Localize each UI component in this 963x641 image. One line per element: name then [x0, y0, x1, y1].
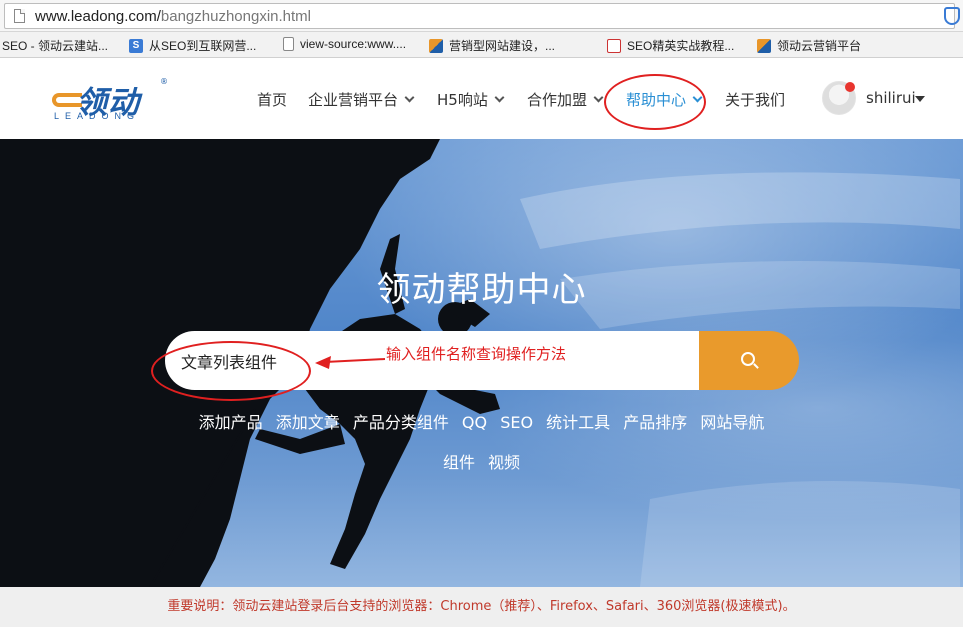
url-path: bangzhuzhongxin.html — [160, 8, 312, 25]
bookmark-label: view-source:www.... — [300, 37, 407, 51]
tag-link[interactable]: 统计工具 — [546, 409, 610, 433]
tag-link[interactable]: 视频 — [488, 449, 520, 473]
annotation-ellipse-search — [151, 341, 311, 401]
annotation-text: 输入组件名称查询操作方法 — [386, 345, 567, 363]
bookmark-label: 营销型网站建设，... — [449, 39, 556, 53]
caret-down-icon[interactable] — [915, 96, 925, 102]
bottom-strip — [0, 627, 963, 641]
search-button[interactable] — [699, 331, 799, 390]
bookmark-item[interactable]: S 从SEO到互联网营... — [129, 37, 256, 54]
leadong-icon — [429, 38, 443, 53]
hero-banner: 领动帮助中心 输入组件名称查询操作方法 添加产品 添加文章 产品分类组件 QQ … — [0, 139, 963, 587]
nav-label: 关于我们 — [725, 91, 786, 109]
hero-title: 领动帮助中心 — [376, 270, 587, 310]
bookmark-label: 领动云营销平台 — [777, 39, 862, 53]
username[interactable]: shilirui — [866, 89, 916, 107]
bookmark-item[interactable]: SEO精英实战教程... — [607, 37, 734, 54]
bookmark-label: SEO精英实战教程... — [627, 39, 735, 53]
nav-partner[interactable]: 合作加盟 — [527, 89, 604, 110]
bookmarks-bar: SEO - 领动云建站... S 从SEO到互联网营... view-sourc… — [0, 32, 963, 58]
bookmark-item[interactable]: view-source:www.... — [283, 37, 406, 51]
bookmark-item[interactable]: 营销型网站建设，... — [429, 37, 555, 54]
nav-label: 合作加盟 — [527, 91, 588, 109]
bookmark-label: 从SEO到互联网营... — [149, 39, 257, 53]
nav-about-us[interactable]: 关于我们 — [725, 89, 785, 110]
url-text[interactable]: www.leadong.com/bangzhuzhongxin.html — [35, 8, 311, 25]
chevron-down-icon — [404, 92, 415, 103]
tag-link[interactable]: 添加文章 — [276, 409, 340, 433]
browser-address-bar: www.leadong.com/bangzhuzhongxin.html — [0, 0, 963, 32]
page-icon — [14, 9, 25, 23]
notification-dot — [845, 82, 855, 92]
tag-link[interactable]: 产品排序 — [623, 409, 687, 433]
tag-link[interactable]: 组件 — [443, 449, 475, 473]
bookmark-item[interactable]: SEO - 领动云建站... — [2, 37, 108, 54]
s-icon: S — [129, 38, 143, 53]
logo[interactable]: 领动 LEADONG ® — [52, 77, 172, 121]
tag-link[interactable]: 产品分类组件 — [353, 409, 449, 433]
annotation-ellipse-nav — [604, 74, 706, 130]
nav-home[interactable]: 首页 — [257, 89, 287, 110]
tag-link[interactable]: 网站导航 — [700, 409, 764, 433]
chevron-down-icon — [593, 92, 604, 103]
bookmark-item[interactable]: 领动云营销平台 — [757, 37, 861, 54]
seo-icon — [607, 38, 621, 53]
tag-link[interactable]: QQ — [462, 413, 487, 432]
page-icon — [283, 37, 294, 51]
hot-tags-row-1: 添加产品 添加文章 产品分类组件 QQ SEO 统计工具 产品排序 网站导航 — [0, 409, 963, 433]
shield-icon[interactable] — [944, 7, 960, 25]
annotation-arrow-icon — [315, 356, 385, 369]
logo-registered-mark: ® — [160, 77, 168, 86]
nav-h5-site[interactable]: H5响站 — [437, 89, 505, 110]
search-icon — [741, 352, 755, 366]
tag-link[interactable]: 添加产品 — [199, 409, 263, 433]
chevron-down-icon — [494, 92, 505, 103]
url-field[interactable]: www.leadong.com/bangzhuzhongxin.html — [4, 3, 960, 29]
nav-enterprise-platform[interactable]: 企业营销平台 — [308, 89, 415, 110]
nav-label: 首页 — [257, 91, 288, 109]
tag-link[interactable]: SEO — [500, 413, 533, 432]
nav-label: 企业营销平台 — [308, 91, 399, 109]
browser-support-notice: 重要说明：领动云建站登录后台支持的浏览器：Chrome（推荐）、Firefox、… — [0, 587, 963, 627]
leadong-icon — [757, 38, 771, 53]
nav-label: H5响站 — [437, 91, 488, 109]
bookmark-label: SEO - 领动云建站... — [2, 39, 109, 53]
site-header: 领动 LEADONG ® 首页 企业营销平台 H5响站 合作加盟 帮助中心 关于… — [0, 59, 963, 139]
hot-tags-row-2: 组件 视频 — [0, 449, 963, 473]
logo-subtext: LEADONG — [54, 111, 141, 121]
url-host: www.leadong.com/ — [35, 8, 161, 25]
